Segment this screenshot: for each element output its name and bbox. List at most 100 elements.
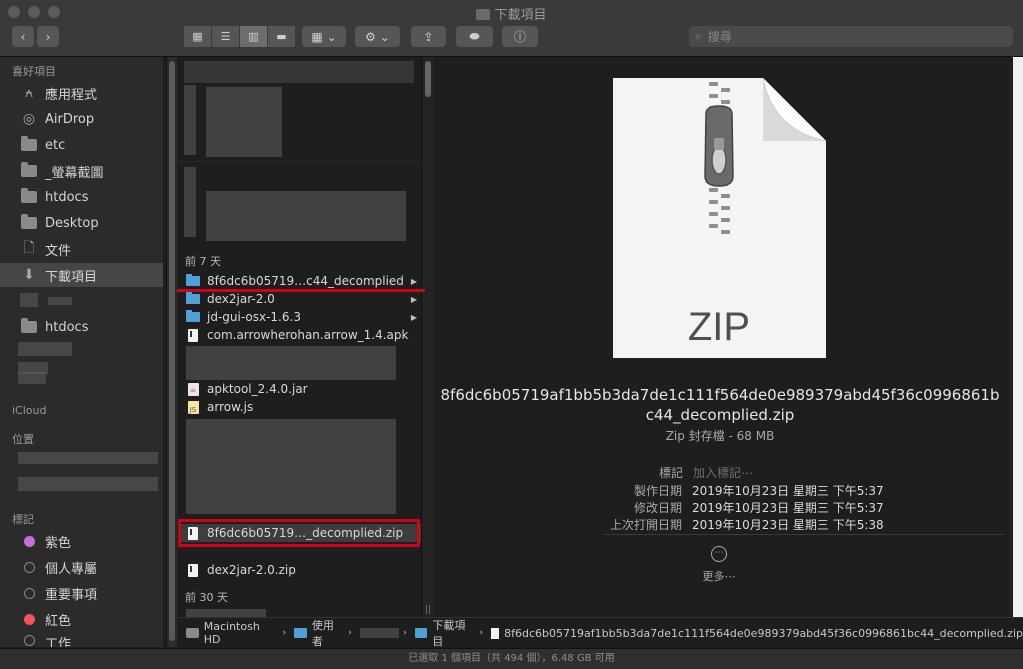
preview-filename-line1: 8f6dc6b05719af1bb5b3da7de1c111f564de0e98… <box>440 386 1000 404</box>
disk-icon <box>186 628 199 638</box>
sidebar-item-label: 下載項目 <box>45 269 98 285</box>
preview-filename-line2: c44_decomplied.zip <box>645 406 795 424</box>
redacted-row <box>186 609 266 617</box>
sidebar-tag-personal[interactable]: 個人專屬 <box>0 555 163 579</box>
redacted-icon <box>20 293 38 307</box>
edit-tags-button[interactable]: ⬬ <box>456 26 493 47</box>
file-row-apktool-jar[interactable]: ☕ apktool_2.4.0.jar <box>178 380 421 398</box>
grid-icon: ▦ <box>192 30 203 43</box>
redacted-text <box>18 477 158 491</box>
redacted-text <box>206 191 406 241</box>
sidebar-item-label: etc <box>45 137 66 153</box>
jar-file-icon: ☕ <box>187 382 199 396</box>
zip-label: ZIP <box>688 305 750 349</box>
folder-icon <box>186 310 200 324</box>
sidebar-item-desktop[interactable]: Desktop <box>0 211 163 235</box>
sidebar-item-label: 文件 <box>45 243 72 259</box>
sidebar-tag-label: 紅色 <box>45 613 72 629</box>
file-row-arrow-js[interactable]: JS arrow.js <box>178 398 421 416</box>
disclosure-arrow-icon: ▶ <box>410 312 417 322</box>
redacted-row <box>186 346 396 380</box>
sidebar-header-icloud: iCloud <box>12 404 47 417</box>
tag-dot-icon <box>24 561 35 573</box>
path-item-macintosh-hd[interactable]: Macintosh HD <box>186 620 279 646</box>
sidebar-item-documents[interactable]: 🗋 文件 <box>0 237 163 261</box>
redacted-icon <box>184 167 196 237</box>
meta-modified-value: 2019年10月23日 星期三 下午5:37 <box>692 501 884 515</box>
add-tags-field[interactable]: 加入標記⋯ <box>693 464 753 481</box>
path-item-zip-file[interactable]: 8f6dc6b05719af1bb5b3da7de1c111f564de0e98… <box>491 627 1023 640</box>
scroll-thumb[interactable] <box>425 61 431 97</box>
sidebar-item-label: 應用程式 <box>45 87 98 103</box>
redacted-text <box>48 297 72 305</box>
forward-button[interactable]: › <box>37 26 59 47</box>
folder-icon <box>186 274 200 288</box>
chevron-right-icon: › <box>282 628 287 638</box>
path-item-label: 8f6dc6b05719af1bb5b3da7de1c111f564de0e98… <box>504 626 1023 640</box>
sidebar-tag-label: 紫色 <box>45 535 72 551</box>
preview-filename: 8f6dc6b05719af1bb5b3da7de1c111f564de0e98… <box>440 385 1000 425</box>
sidebar-item-etc[interactable]: etc <box>0 133 163 157</box>
sidebar-tag-work[interactable]: 工作 <box>0 633 163 647</box>
ellipsis-circle-icon: ⋯ <box>711 546 727 562</box>
sidebar-item-htdocs[interactable]: htdocs <box>0 185 163 209</box>
path-item-users[interactable]: 使用者 <box>294 617 344 649</box>
file-row-dex2jar-folder[interactable]: dex2jar-2.0 ▶ <box>178 290 421 308</box>
sidebar-item-screenshots[interactable]: _螢幕截圖 <box>0 159 163 183</box>
sidebar-tag-important[interactable]: 重要事項 <box>0 581 163 605</box>
back-button[interactable]: ‹ <box>12 26 34 47</box>
sidebar-item-airdrop[interactable]: ◎ AirDrop <box>0 107 163 131</box>
tag-dot-icon <box>24 587 35 599</box>
path-item-downloads[interactable]: 下載項目 <box>414 617 476 649</box>
file-row-dex2jar-zip[interactable]: dex2jar-2.0.zip <box>178 561 421 579</box>
folder-icon <box>414 628 428 638</box>
share-button[interactable]: ⇪ <box>411 26 446 47</box>
redacted-rows <box>186 419 396 514</box>
meta-tags-label: 標記 <box>659 466 684 480</box>
more-button[interactable]: ⋯ 更多⋯ <box>699 546 739 584</box>
gallery-view-button[interactable]: ▬ <box>268 26 295 47</box>
column-scrollbar[interactable]: || <box>421 57 435 617</box>
disclosure-arrow-icon: ▶ <box>410 294 417 304</box>
meta-modified-label: 修改日期 <box>634 501 683 515</box>
chevron-right-icon: › <box>479 628 484 638</box>
group-header-last-7-days: 前 7 天 <box>185 255 221 268</box>
search-icon: ⌕ <box>695 29 702 43</box>
disclosure-arrow-icon: ▶ <box>410 276 417 286</box>
icon-view-button[interactable]: ▦ <box>184 26 212 47</box>
file-row-decomplied-folder[interactable]: 8f6dc6b05719…c44_decomplied ▶ <box>178 272 421 290</box>
sidebar-tag-purple[interactable]: 紫色 <box>0 529 163 553</box>
search-input[interactable]: ⌕ 搜尋 <box>689 26 1013 47</box>
meta-created-value: 2019年10月23日 星期三 下午5:37 <box>692 484 884 498</box>
file-name: dex2jar-2.0 <box>207 292 275 306</box>
redacted-text <box>18 452 158 464</box>
status-bar: 已選取 1 個項目（共 494 個），6.48 GB 可用 <box>0 648 1023 669</box>
zip-file-icon: ZIP <box>613 78 826 358</box>
sidebar-tag-label: 重要事項 <box>45 587 98 603</box>
list-view-button[interactable]: ☰ <box>212 26 240 47</box>
file-name: 8f6dc6b05719…c44_decomplied <box>207 274 404 288</box>
action-button[interactable]: ⚙ ⌄ <box>355 26 400 47</box>
column-view-button[interactable]: ▥ <box>240 26 268 47</box>
columns-icon: ▥ <box>248 30 259 43</box>
sidebar-item-htdocs-2[interactable]: htdocs <box>0 315 163 339</box>
zip-file-icon <box>491 627 500 639</box>
sidebar-item-label: Desktop <box>45 215 99 231</box>
sidebar-item-label: htdocs <box>45 189 89 205</box>
file-name: arrow.js <box>207 400 254 414</box>
airdrop-icon: ◎ <box>22 111 36 127</box>
sidebar-scrollbar[interactable] <box>166 57 177 647</box>
column-resize-grip[interactable]: || <box>425 605 431 615</box>
sidebar-item-downloads[interactable]: ⬇ 下載項目 <box>0 263 163 287</box>
get-info-button[interactable]: ⓘ <box>502 26 538 47</box>
folder-icon <box>476 9 491 20</box>
file-row-jdgui-folder[interactable]: jd-gui-osx-1.6.3 ▶ <box>178 308 421 326</box>
file-row-apk[interactable]: com.arrowherohan.arrow_1.4.apk <box>178 326 421 344</box>
meta-opened-value: 2019年10月23日 星期三 下午5:38 <box>692 518 884 532</box>
file-name: com.arrowherohan.arrow_1.4.apk <box>207 328 409 342</box>
sidebar-item-applications[interactable]: ⍲ 應用程式 <box>0 81 163 105</box>
sidebar-tag-red[interactable]: 紅色 <box>0 607 163 631</box>
path-item-label: Macintosh HD <box>203 620 260 646</box>
group-button[interactable]: ▦ ⌄ <box>302 26 346 47</box>
scroll-thumb[interactable] <box>169 61 175 641</box>
